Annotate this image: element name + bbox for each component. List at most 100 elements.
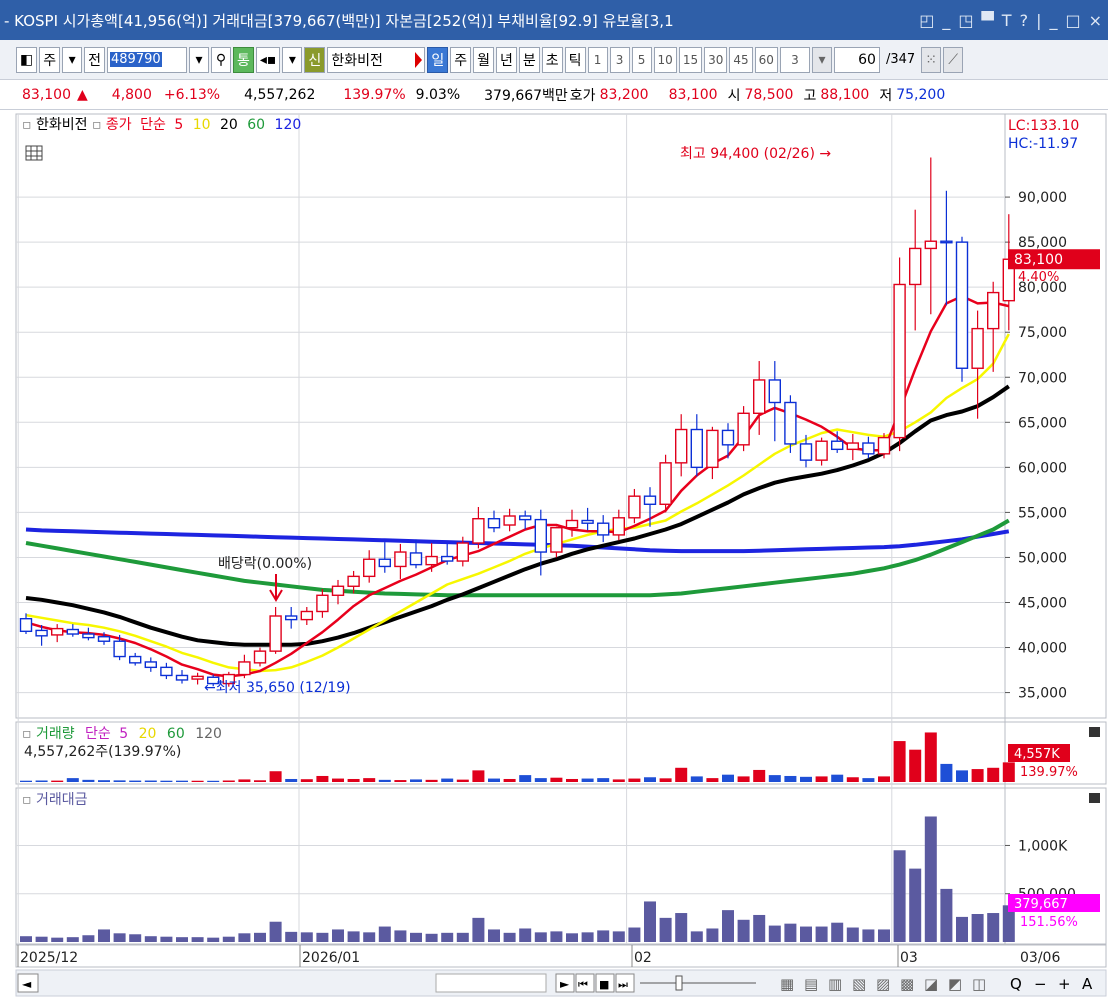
- period-minute-button[interactable]: 분: [518, 46, 540, 73]
- amount-bar: [971, 914, 984, 942]
- speaker-dropdown-icon[interactable]: ▾: [282, 46, 303, 73]
- dividend-annotation: 배당락(0.00%): [218, 556, 312, 572]
- volume-bar: [784, 775, 797, 782]
- restore-icon[interactable]: ◰: [919, 11, 934, 30]
- amount-bar: [909, 868, 922, 942]
- interval-input[interactable]: 3: [779, 46, 810, 73]
- volume-bar: [971, 769, 984, 782]
- candle-down: [955, 241, 969, 369]
- drawing-tool-icon[interactable]: ◫: [972, 975, 986, 993]
- period-day-button[interactable]: 일: [427, 46, 449, 73]
- candle-down: [378, 558, 391, 568]
- amount-bar: [51, 937, 64, 942]
- chart-area[interactable]: 90,000 85,000 80,000 75,000 70,000 65,000 60,0…: [0, 112, 1108, 998]
- zoom-out-icon[interactable]: −: [1034, 975, 1047, 993]
- amount-current-pct: 151.56%: [1020, 915, 1078, 930]
- chart-type-icon[interactable]: ⟋: [943, 46, 964, 73]
- candle-down: [66, 628, 80, 635]
- interval-1-button[interactable]: 1: [587, 46, 608, 73]
- interval-3-button[interactable]: 3: [609, 46, 630, 73]
- volume-bar: [612, 779, 625, 782]
- volume-bar: [597, 778, 610, 782]
- drawing-tool-icon[interactable]: ▤: [804, 975, 818, 993]
- chart-svg[interactable]: 90,00085,00080,00075,00070,00065,00060,0…: [0, 112, 1108, 998]
- autoscale-icon[interactable]: A: [1082, 975, 1093, 993]
- legend-ma5: 5: [174, 117, 183, 133]
- font-icon[interactable]: T: [1002, 11, 1012, 30]
- candle-down: [160, 666, 173, 677]
- interval-15-button[interactable]: 15: [678, 46, 703, 73]
- speaker-icon[interactable]: ◂▪: [255, 46, 281, 73]
- candle-up: [456, 542, 469, 562]
- volume-bar: [316, 775, 329, 782]
- candle-down: [82, 633, 95, 639]
- maximize-icon[interactable]: ◳: [958, 11, 973, 30]
- zoom-in-icon[interactable]: +: [1058, 975, 1071, 993]
- amount-bar: [815, 926, 828, 942]
- candle-up: [753, 379, 766, 414]
- candle-up: [191, 675, 204, 680]
- volume-bar: [737, 776, 750, 782]
- period-second-button[interactable]: 초: [541, 46, 563, 73]
- tong-button[interactable]: 통: [233, 46, 254, 73]
- drawing-tool-icon[interactable]: ◪: [924, 975, 938, 993]
- amount-panel-close-icon[interactable]: [1089, 793, 1100, 803]
- stop-icon: ■: [599, 978, 609, 991]
- count-total: /347: [885, 52, 916, 67]
- window-maximize-icon[interactable]: □: [1065, 11, 1080, 30]
- interval-60-button[interactable]: 60: [754, 46, 778, 73]
- amount-bar: [581, 932, 594, 942]
- interval-5-button[interactable]: 5: [631, 46, 652, 73]
- window-minimize-icon[interactable]: _: [1049, 11, 1057, 30]
- stock-name-field[interactable]: 한화비전: [327, 46, 426, 73]
- interval-dropdown-icon[interactable]: ▾: [811, 46, 832, 73]
- layout-icon[interactable]: ◧: [16, 46, 38, 73]
- count-input[interactable]: 60: [833, 46, 880, 73]
- period-week-button[interactable]: 주: [450, 46, 472, 73]
- candle-up: [815, 440, 828, 461]
- minimize-icon[interactable]: _: [942, 11, 950, 30]
- candle-down: [519, 515, 532, 521]
- drawing-tool-icon[interactable]: ▧: [852, 975, 866, 993]
- amount-bar: [441, 932, 454, 942]
- amount-bar: [20, 936, 32, 942]
- drawing-tool-icon[interactable]: ▦: [780, 975, 794, 993]
- volume-panel-close-icon[interactable]: [1089, 727, 1100, 737]
- interval-45-button[interactable]: 45: [729, 46, 753, 73]
- zoom-tool-icon[interactable]: Q: [1010, 975, 1022, 993]
- type-dropdown-icon[interactable]: ▾: [62, 46, 83, 73]
- drawing-tool-icon[interactable]: ▥: [828, 975, 842, 993]
- pin-icon[interactable]: ▀: [981, 11, 993, 30]
- window-close-icon[interactable]: ×: [1089, 11, 1102, 30]
- grid-icon[interactable]: ⁙: [921, 46, 942, 73]
- trade-amount: 379,667백만: [484, 87, 568, 104]
- code-dropdown-icon[interactable]: ▾: [189, 46, 210, 73]
- y-tick-label: 75,000: [1018, 325, 1067, 341]
- scroll-thumb[interactable]: [435, 973, 547, 993]
- candle-down: [831, 440, 844, 451]
- help-icon[interactable]: ?: [1020, 11, 1029, 30]
- interval-30-button[interactable]: 30: [704, 46, 728, 73]
- volume-bar: [51, 780, 64, 782]
- period-tick-button[interactable]: 틱: [564, 46, 586, 73]
- period-month-button[interactable]: 월: [473, 46, 494, 73]
- legend-stock-name: 한화비전: [36, 117, 88, 133]
- stock-code-input[interactable]: 489790: [107, 46, 188, 73]
- candle-down: [97, 636, 111, 642]
- zoom-slider-handle[interactable]: [675, 975, 683, 991]
- period-year-button[interactable]: 년: [495, 46, 517, 73]
- type-select[interactable]: 주: [39, 46, 61, 73]
- y-tick-label: 85,000: [1018, 235, 1067, 251]
- all-button[interactable]: 전: [84, 46, 106, 73]
- amount-bar: [675, 913, 688, 942]
- sin-button[interactable]: 신: [304, 46, 326, 73]
- volume-bar: [800, 776, 812, 782]
- volume-bar: [893, 741, 906, 782]
- drawing-tool-icon[interactable]: ▩: [900, 975, 914, 993]
- interval-10-button[interactable]: 10: [653, 46, 677, 73]
- drawing-tool-icon[interactable]: ◩: [948, 975, 962, 993]
- drawing-tool-icon[interactable]: ▨: [876, 975, 890, 993]
- search-icon[interactable]: ⚲: [211, 46, 232, 73]
- volume-legend-ma60: 60: [167, 726, 185, 742]
- candle-up: [565, 519, 579, 529]
